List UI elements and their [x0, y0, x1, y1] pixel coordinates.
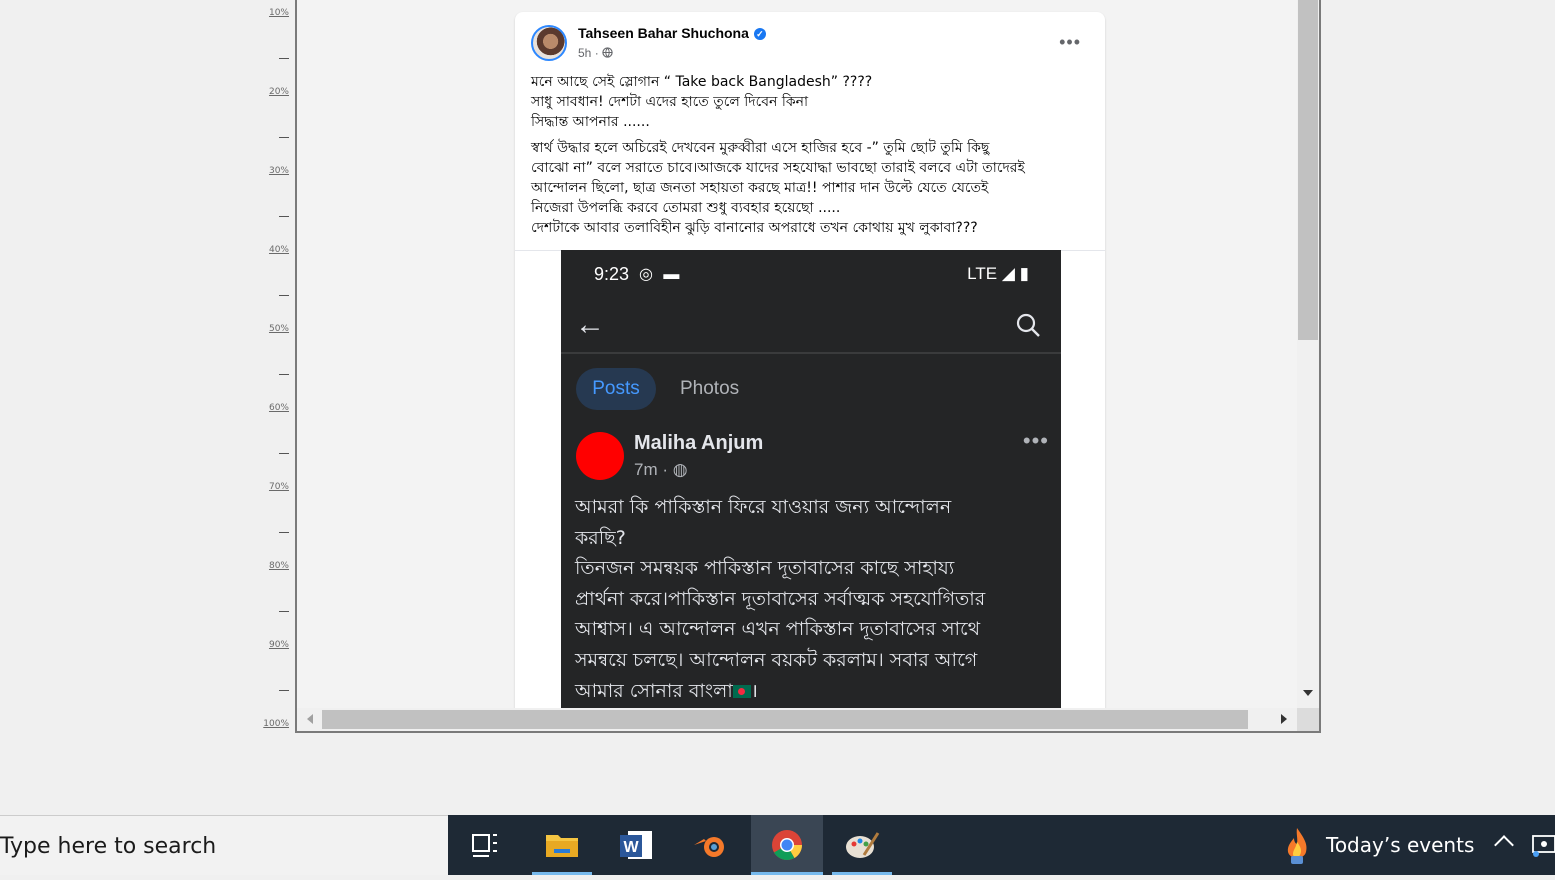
inner-text-line: আমরা কি পাকিস্তান ফিরে যাওয়ার জন্য আন্দ… — [575, 496, 952, 518]
post-text-line: সিদ্ধান্ত আপনার ...... — [531, 114, 650, 130]
zoom-ruler: 10% 20% 30% 40% 50% 60% 70% 80% 90% 100% — [255, 0, 295, 735]
inner-text-line: আশ্বাস। এ আন্দোলন এখন পাকিস্তান দূতাবাসে… — [575, 618, 980, 641]
events-flame-icon — [1287, 828, 1307, 864]
ruler-tick — [279, 216, 289, 217]
tab-posts: Posts — [576, 368, 656, 410]
inner-author-name: Maliha Anjum — [634, 432, 764, 454]
inner-text-line: প্রার্থনা করে।পাকিস্তান দূতাবাসের সর্বাত… — [575, 587, 986, 610]
post-time[interactable]: 5h — [578, 46, 591, 60]
inner-text-line-last: আমার সোনার বাংলা । — [575, 679, 758, 702]
inner-post-time: 7m — [634, 460, 658, 479]
ruler-label: 50% — [268, 324, 289, 334]
inner-text-line: সমন্বয়ে চলছে। আন্দোলন বয়কট করলাম। সবার… — [575, 648, 978, 671]
vertical-scroll-thumb[interactable] — [1298, 0, 1318, 340]
ruler-tick — [279, 374, 289, 375]
ruler-label: 90% — [268, 640, 289, 650]
taskbar-search-box[interactable]: Type here to search — [0, 815, 448, 875]
inner-text-line: করছি? — [575, 526, 626, 549]
back-arrow-icon: ← — [575, 308, 605, 341]
author-name[interactable]: Tahseen Bahar Shuchona ✓ — [578, 25, 766, 41]
scroll-right-arrow-icon[interactable] — [1281, 714, 1287, 724]
post-text-line: নিজেরা উপলব্ধি করবে তোমরা শুধু ব্যবহার হ… — [531, 200, 841, 216]
globe-icon — [602, 47, 613, 58]
whatsapp-icon: ◎ — [639, 266, 653, 283]
scroll-left-arrow-icon[interactable] — [307, 714, 313, 724]
post-text-line: দেশটাকে আবার তলাবিহীন ঝুড়ি বানানোর অপরা… — [531, 220, 978, 236]
horizontal-scrollbar[interactable] — [297, 708, 1297, 731]
post-text-line: সাধু সাবধান! দেশটা এদের হাতে তুলে দিবেন … — [531, 94, 809, 110]
ruler-label: 20% — [268, 87, 289, 97]
signal-icon: ◢ — [1001, 264, 1015, 283]
blender-icon — [694, 837, 724, 857]
scroll-down-arrow-icon[interactable] — [1303, 690, 1313, 696]
ruler-label: 60% — [268, 403, 289, 413]
post-text-line: স্বার্থ উদ্ধার হলে অচিরেই দেখবেন মুরুব্ব… — [531, 140, 990, 156]
blender-button[interactable] — [682, 815, 742, 875]
task-view-icon — [472, 834, 497, 857]
inner-post-meta: 7m · ◍ — [634, 460, 688, 480]
post-paragraph-1: মনে আছে সেই স্লোগান “ Take back Banglade… — [531, 72, 1091, 132]
separator-dot: · — [662, 460, 673, 479]
inner-more-options-icon: ••• — [1022, 428, 1049, 453]
post-image-screenshot[interactable]: 9:23 ◎ ▬ LTE ◢ ▮ ← Posts Photos Maliha A… — [561, 250, 1061, 731]
todays-events-label[interactable]: Today’s events — [1326, 833, 1474, 857]
inner-avatar — [576, 432, 624, 480]
scrollbar-corner — [1297, 708, 1319, 731]
ruler-label: 100% — [263, 719, 289, 729]
ruler-label: 80% — [268, 561, 289, 571]
ruler-label: 70% — [268, 482, 289, 492]
file-explorer-button[interactable] — [532, 815, 592, 875]
paint-button[interactable] — [832, 815, 892, 875]
svg-text:W: W — [623, 839, 639, 856]
battery-icon: ▮ — [1019, 264, 1029, 283]
separator-dot: · — [594, 46, 603, 60]
word-button[interactable]: W — [606, 815, 666, 875]
facebook-post: Tahseen Bahar Shuchona ✓ 5h · ••• মনে আছে… — [515, 12, 1105, 731]
screenshot-divider — [561, 352, 1061, 354]
inner-text-line: তিনজন সমন্বয়ক পাকিস্তান দূতাবাসের কাছে … — [575, 557, 955, 580]
inner-text-line: আমার সোনার বাংলা — [575, 679, 733, 702]
folder-icon — [546, 835, 578, 857]
task-view-button[interactable] — [455, 815, 515, 875]
bangladesh-flag-icon — [732, 684, 751, 698]
meet-now-icon[interactable] — [1531, 832, 1555, 858]
post-text-line: বোঝো না” বলে সরাতে চাবে।আজকে যাদের সহযোদ… — [531, 160, 1025, 176]
network-type: LTE — [967, 264, 998, 283]
search-placeholder: Type here to search — [0, 834, 217, 859]
post-text-line: মনে আছে সেই স্লোগান “ Take back Banglade… — [531, 74, 873, 90]
more-options-icon[interactable]: ••• — [1059, 32, 1081, 53]
chrome-button[interactable] — [751, 815, 823, 875]
document-viewer: Tahseen Bahar Shuchona ✓ 5h · ••• মনে আছে… — [295, 0, 1321, 733]
post-text-line: আন্দোলন ছিলো, ছাত্র জনতা সহায়তা করছে মা… — [531, 180, 989, 196]
status-time: 9:23 — [594, 264, 630, 284]
status-network: LTE ◢ ▮ — [967, 264, 1029, 284]
ruler-label: 30% — [268, 166, 289, 176]
author-avatar[interactable] — [531, 25, 567, 61]
ruler-label: 40% — [268, 245, 289, 255]
word-icon: W — [620, 831, 652, 859]
post-paragraph-2: স্বার্থ উদ্ধার হলে অচিরেই দেখবেন মুরুব্ব… — [531, 138, 1091, 238]
ruler-tick — [279, 690, 289, 691]
message-icon: ▬ — [663, 266, 680, 283]
ruler-tick — [279, 611, 289, 612]
horizontal-scroll-thumb[interactable] — [322, 710, 1248, 729]
status-icons: ◎ ▬ — [639, 264, 679, 284]
ruler-tick — [279, 295, 289, 296]
inner-post-text: আমরা কি পাকিস্তান ফিরে যাওয়ার জন্য আন্দ… — [575, 492, 1055, 706]
globe-icon: ◍ — [672, 460, 688, 479]
chrome-icon — [772, 830, 802, 861]
verified-badge-icon: ✓ — [753, 28, 766, 40]
search-icon — [1016, 313, 1040, 337]
vertical-scrollbar[interactable] — [1297, 0, 1319, 708]
tab-photos: Photos — [680, 378, 740, 399]
post-meta: 5h · — [578, 46, 613, 60]
ruler-tick — [279, 532, 289, 533]
ruler-tick — [279, 137, 289, 138]
ruler-tick — [279, 453, 289, 454]
ruler-tick — [279, 58, 289, 59]
paint-icon — [846, 832, 880, 858]
ruler-label: 10% — [268, 8, 289, 18]
